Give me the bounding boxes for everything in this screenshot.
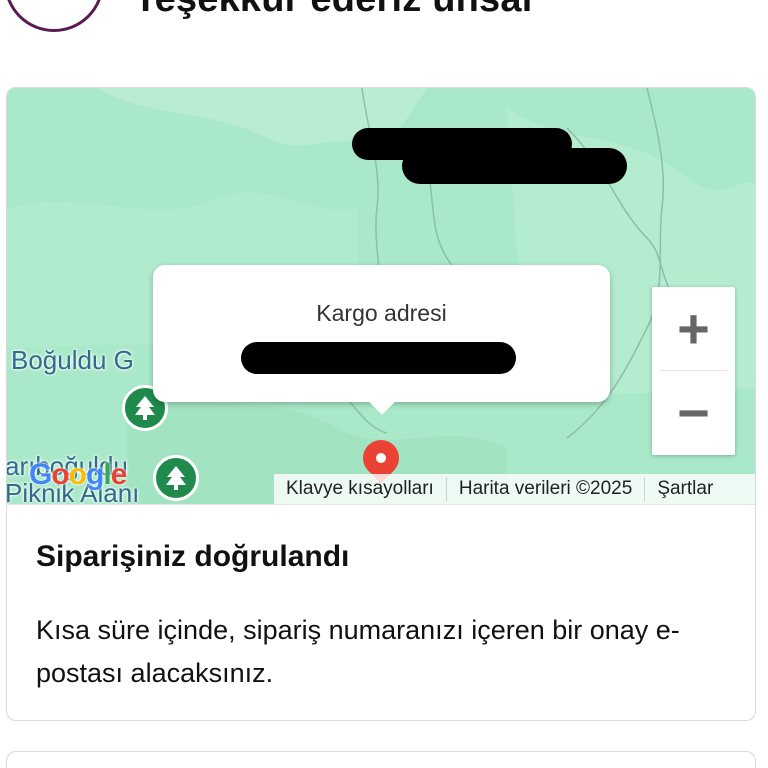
keyboard-shortcuts-link[interactable]: Klavye kısayolları <box>274 478 446 500</box>
confirmation-title: Siparişiniz doğrulandı <box>36 540 350 573</box>
shipping-address-popup: Kargo adresi <box>153 265 610 415</box>
redacted-address-top-2 <box>402 148 627 184</box>
thank-you-heading: Teşekkür ederiz ünsal <box>134 0 532 21</box>
map-attribution-bar: Klavye kısayolları Harita verileri ©2025… <box>274 474 755 504</box>
shipping-map[interactable]: Boğuldu G arıboğuldu Piknik Alanı Google… <box>7 88 755 504</box>
zoom-out-button[interactable]: − <box>652 371 735 454</box>
header: Teşekkür ederiz ünsal <box>0 0 768 60</box>
order-confirmation-card: Boğuldu G arıboğuldu Piknik Alanı Google… <box>6 87 756 721</box>
google-logo: Google <box>29 458 127 491</box>
popup-title: Kargo adresi <box>316 300 447 326</box>
tree-icon <box>135 396 155 420</box>
zoom-controls: + − <box>652 287 735 455</box>
place-label-bogulduge: Boğuldu G <box>11 345 134 375</box>
success-check-icon <box>4 0 104 32</box>
park-marker-2[interactable] <box>153 455 199 501</box>
tree-icon <box>166 466 186 490</box>
map-data-link[interactable]: Harita verileri ©2025 <box>447 478 644 500</box>
zoom-in-button[interactable]: + <box>652 287 735 370</box>
next-card <box>6 751 756 768</box>
redacted-address <box>241 342 516 374</box>
confirmation-content: Siparişiniz doğrulandı Kısa süre içinde,… <box>7 504 755 720</box>
confirmation-message: Kısa süre içinde, sipariş numaranızı içe… <box>36 615 680 688</box>
terms-link[interactable]: Şartlar <box>645 478 725 500</box>
